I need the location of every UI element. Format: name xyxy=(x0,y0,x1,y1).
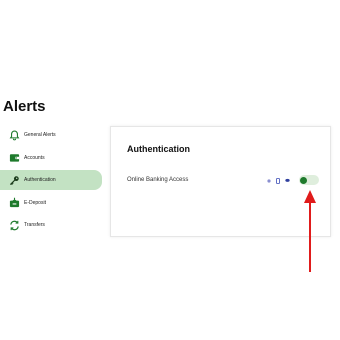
sidebar-item-label: Authentication xyxy=(24,177,56,183)
sidebar-item-transfers[interactable]: Transfers xyxy=(0,215,102,235)
toggle-knob xyxy=(300,176,307,184)
sidebar-item-label: Accounts xyxy=(24,154,45,161)
sidebar-item-accounts[interactable]: Accounts xyxy=(0,148,102,168)
sidebar-item-label: General Alerts xyxy=(24,132,56,138)
online-banking-access-toggle[interactable] xyxy=(299,175,319,185)
sidebar-item-label: E-Deposit xyxy=(24,199,46,206)
deposit-icon xyxy=(8,197,20,209)
email-icon[interactable] xyxy=(266,178,271,183)
key-icon xyxy=(8,174,20,186)
sidebar-item-label: Transfers xyxy=(24,222,45,228)
card-title: Authentication xyxy=(127,144,190,154)
sidebar-item-authentication[interactable]: Authentication xyxy=(0,170,102,190)
online-banking-access-label: Online Banking Access xyxy=(127,177,189,183)
page-title: Alerts xyxy=(3,98,46,115)
transfer-icon xyxy=(8,219,20,231)
alerts-sidebar: General Alerts Accounts Authentication E… xyxy=(0,125,102,238)
red-arrow-annotation xyxy=(304,190,316,272)
sidebar-item-general-alerts[interactable]: General Alerts xyxy=(0,125,102,145)
message-icon[interactable] xyxy=(285,178,290,183)
phone-icon[interactable] xyxy=(275,177,280,184)
alerts-page: Alerts General Alerts Accounts Authentic… xyxy=(0,0,340,340)
bell-icon xyxy=(8,129,20,141)
sidebar-item-e-deposit[interactable]: E-Deposit xyxy=(0,193,102,213)
wallet-icon xyxy=(8,152,20,164)
authentication-card: Authentication Online Banking Access xyxy=(110,126,331,237)
